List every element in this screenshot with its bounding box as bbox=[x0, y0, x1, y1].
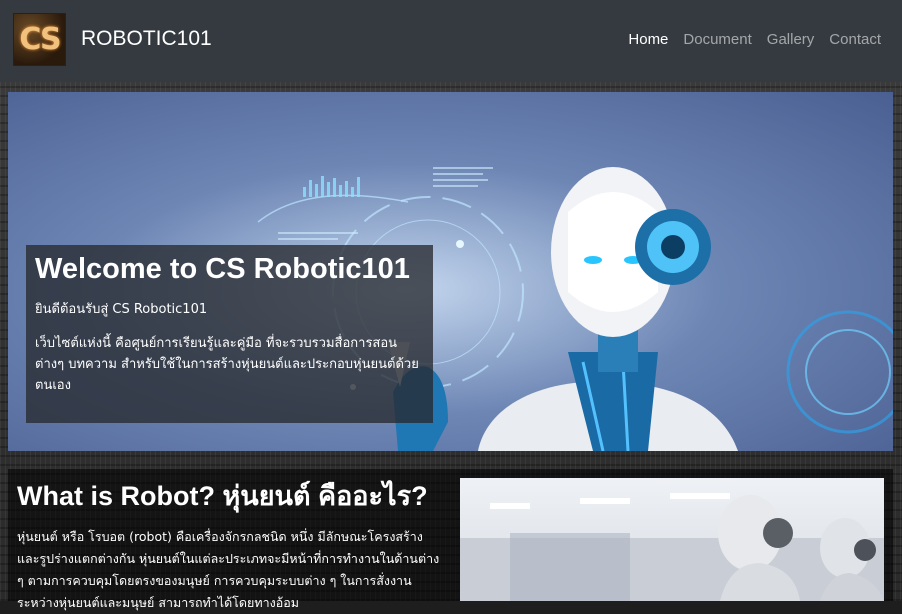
about-title: What is Robot? หุ่นยนต์ คืออะไร? bbox=[17, 481, 428, 511]
nav-link-contact[interactable]: Contact bbox=[829, 31, 881, 48]
brand-name[interactable]: ROBOTIC101 bbox=[81, 27, 212, 51]
nav-link-gallery[interactable]: Gallery bbox=[767, 31, 815, 48]
nav-link-document[interactable]: Document bbox=[683, 31, 751, 48]
navbar: CS ROBOTIC101 Home Document Gallery Cont… bbox=[0, 0, 902, 82]
hero-title: Welcome to CS Robotic101 bbox=[35, 253, 410, 285]
nav-links: Home Document Gallery Contact bbox=[628, 31, 881, 48]
cs-logo-icon[interactable]: CS bbox=[13, 13, 66, 66]
nav-link-home[interactable]: Home bbox=[628, 31, 668, 48]
hero-banner: Welcome to CS Robotic101 ยินดีต้อนรับสู่… bbox=[8, 92, 893, 451]
logo-text: CS bbox=[19, 22, 61, 57]
hero-text-panel: Welcome to CS Robotic101 ยินดีต้อนรับสู่… bbox=[26, 245, 433, 423]
robots-office-image bbox=[460, 478, 884, 601]
hero-subtitle: ยินดีต้อนรับสู่ CS Robotic101 bbox=[35, 302, 208, 317]
hero-description: เว็บไซต์แห่งนี้ คือศูนย์การเรียนรู้และคู… bbox=[35, 336, 419, 393]
